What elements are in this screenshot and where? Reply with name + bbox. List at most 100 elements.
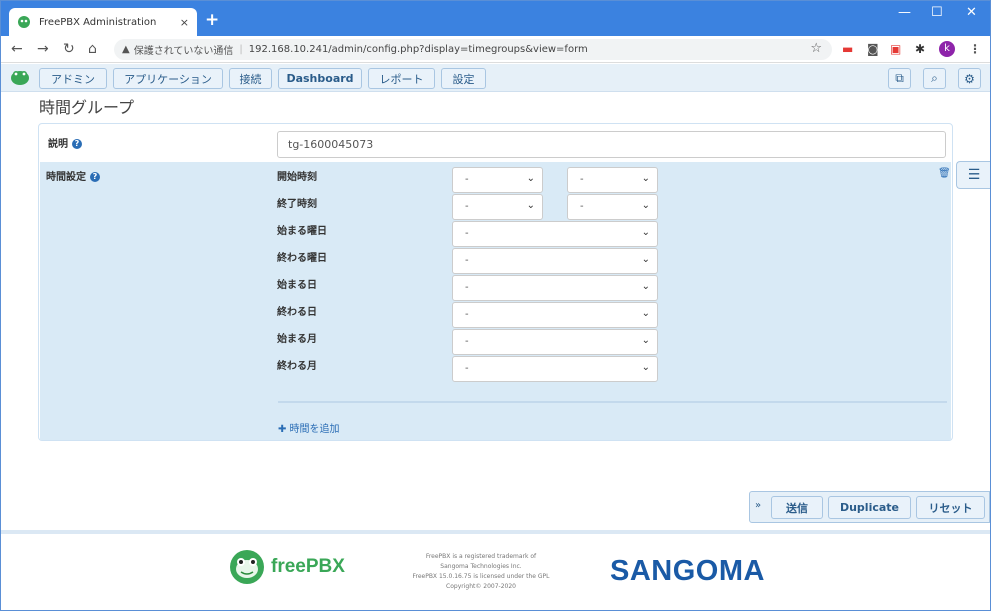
description-label: 説明? xyxy=(48,135,82,150)
select-value: - xyxy=(465,309,469,320)
nav-settings[interactable]: 設定 xyxy=(441,68,486,89)
select-value: - xyxy=(465,336,469,347)
nav-admin[interactable]: アドミン xyxy=(39,68,107,89)
section-divider xyxy=(278,401,947,403)
freepbx-frog-icon[interactable] xyxy=(10,68,30,86)
end-time-label: 終了時刻 xyxy=(277,199,317,210)
start-month-select[interactable]: - ⌄ xyxy=(452,329,658,355)
close-window-button[interactable]: ✕ xyxy=(966,6,977,20)
nav-applications[interactable]: アプリケーション xyxy=(113,68,223,89)
reset-button[interactable]: リセット xyxy=(916,496,985,519)
end-weekday-label: 終わる曜日 xyxy=(277,253,327,264)
legal-line: Copyright© 2007-2020 xyxy=(446,583,516,590)
forward-icon[interactable]: → xyxy=(37,41,49,57)
duplicate-button[interactable]: Duplicate xyxy=(828,496,911,519)
legal-line: FreePBX is a registered trademark of xyxy=(425,553,537,560)
chevron-down-icon: ⌄ xyxy=(641,200,650,211)
freepbx-logo-icon[interactable] xyxy=(229,549,265,585)
reload-icon[interactable]: ↻ xyxy=(63,41,75,57)
tab-title: FreePBX Administration xyxy=(39,16,157,28)
home-icon[interactable]: ⌂ xyxy=(88,41,97,57)
end-hour-select[interactable]: - ⌄ xyxy=(452,194,543,220)
freepbx-favicon-icon xyxy=(17,15,31,29)
freepbx-navbar: アドミン アプリケーション 接続 Dashboard レポート 設定 ⧉ ⌕ ⚙ xyxy=(1,64,990,92)
new-tab-button[interactable]: + xyxy=(205,10,219,30)
end-day-select[interactable]: - ⌄ xyxy=(452,302,658,328)
action-bar: » 送信 Duplicate リセット xyxy=(749,491,990,523)
extension-c-icon[interactable]: ▣ xyxy=(890,42,901,56)
chevron-down-icon: ⌄ xyxy=(526,200,535,211)
list-view-icon[interactable]: ☰ xyxy=(956,161,990,189)
time-settings-label-text: 時間設定 xyxy=(46,172,86,183)
chevron-down-icon: ⌄ xyxy=(641,335,650,346)
extension-flash-icon[interactable]: ▬ xyxy=(842,42,853,56)
puzzle-icon[interactable]: ✱ xyxy=(915,42,925,56)
start-weekday-select[interactable]: - ⌄ xyxy=(452,221,658,247)
submit-button[interactable]: 送信 xyxy=(771,496,823,519)
footer: freePBX FreePBX is a registered trademar… xyxy=(1,530,990,610)
start-weekday-label: 始まる曜日 xyxy=(277,226,327,237)
search-icon[interactable]: ⌕ xyxy=(923,68,946,89)
collapse-action-bar-icon[interactable]: » xyxy=(755,500,761,511)
chevron-down-icon: ⌄ xyxy=(641,308,650,319)
sangoma-logo[interactable]: SANGOMA xyxy=(610,555,765,588)
trash-icon[interactable]: 🗑 xyxy=(938,168,951,179)
select-value: - xyxy=(465,228,469,239)
select-value: - xyxy=(465,201,469,212)
end-minute-select[interactable]: - ⌄ xyxy=(567,194,658,220)
minimize-button[interactable]: — xyxy=(898,6,911,20)
time-settings-label: 時間設定? xyxy=(46,168,100,183)
description-input[interactable]: tg-1600045073 xyxy=(277,131,946,158)
profile-avatar[interactable]: k xyxy=(939,41,955,57)
nav-dashboard[interactable]: Dashboard xyxy=(278,68,362,89)
start-day-select[interactable]: - ⌄ xyxy=(452,275,658,301)
language-icon[interactable]: ⧉ xyxy=(888,68,911,89)
chevron-down-icon: ⌄ xyxy=(641,227,650,238)
page-title: 時間グループ xyxy=(39,98,135,117)
time-settings-section: 時間設定? 🗑 開始時刻 - ⌄ - ⌄ 終了時刻 - ⌄ - ⌄ 始まる曜日 - ⌄ 終… xyxy=(40,162,951,440)
omnibox[interactable]: ▲ 保護されていない通信 | 192.168.10.241/admin/conf… xyxy=(114,39,832,60)
end-month-select[interactable]: - ⌄ xyxy=(452,356,658,382)
select-value: - xyxy=(465,363,469,374)
chevron-down-icon: ⌄ xyxy=(641,254,650,265)
start-minute-select[interactable]: - ⌄ xyxy=(567,167,658,193)
nav-connectivity[interactable]: 接続 xyxy=(229,68,272,89)
omnibox-separator: | xyxy=(239,44,243,55)
legal-text: FreePBX is a registered trademark of San… xyxy=(406,552,556,592)
chevron-down-icon: ⌄ xyxy=(641,281,650,292)
tab-close-icon[interactable]: × xyxy=(180,16,189,29)
select-value: - xyxy=(580,201,584,212)
legal-line: Sangoma Technologies Inc. xyxy=(440,563,522,570)
start-month-label: 始まる月 xyxy=(277,334,317,345)
select-value: - xyxy=(580,174,584,185)
maximize-button[interactable]: ☐ xyxy=(931,6,943,20)
bookmark-star-icon[interactable]: ☆ xyxy=(810,41,822,56)
camera-icon[interactable]: ◙ xyxy=(867,42,879,56)
browser-window: FreePBX Administration × + — ☐ ✕ ← → ↻ ⌂… xyxy=(0,0,991,611)
start-time-label: 開始時刻 xyxy=(277,172,317,183)
chevron-down-icon: ⌄ xyxy=(641,173,650,184)
security-status[interactable]: 保護されていない通信 xyxy=(134,42,234,57)
end-month-label: 終わる月 xyxy=(277,361,317,372)
start-day-label: 始まる日 xyxy=(277,280,317,291)
start-hour-select[interactable]: - ⌄ xyxy=(452,167,543,193)
menu-dots-icon[interactable]: ⋮ xyxy=(969,42,981,56)
address-bar-row: ← → ↻ ⌂ ▲ 保護されていない通信 | 192.168.10.241/ad… xyxy=(1,36,990,63)
back-icon[interactable]: ← xyxy=(11,41,23,57)
freepbx-logo-text: freePBX xyxy=(271,556,345,577)
add-time-link[interactable]: ✚ 時間を追加 xyxy=(278,420,340,435)
tab-strip: FreePBX Administration × + — ☐ ✕ xyxy=(1,1,990,36)
end-weekday-select[interactable]: - ⌄ xyxy=(452,248,658,274)
select-value: - xyxy=(465,255,469,266)
warning-icon[interactable]: ▲ xyxy=(122,44,130,55)
gear-icon[interactable]: ⚙ xyxy=(958,68,981,89)
chevron-down-icon: ⌄ xyxy=(641,362,650,373)
nav-reports[interactable]: レポート xyxy=(368,68,435,89)
end-day-label: 終わる日 xyxy=(277,307,317,318)
description-label-text: 説明 xyxy=(48,139,68,150)
url-text[interactable]: 192.168.10.241/admin/config.php?display=… xyxy=(249,44,588,55)
legal-line: FreePBX 15.0.16.75 is licensed under the… xyxy=(412,573,550,580)
browser-tab[interactable]: FreePBX Administration × xyxy=(9,8,197,36)
help-icon[interactable]: ? xyxy=(90,172,100,182)
help-icon[interactable]: ? xyxy=(72,139,82,149)
